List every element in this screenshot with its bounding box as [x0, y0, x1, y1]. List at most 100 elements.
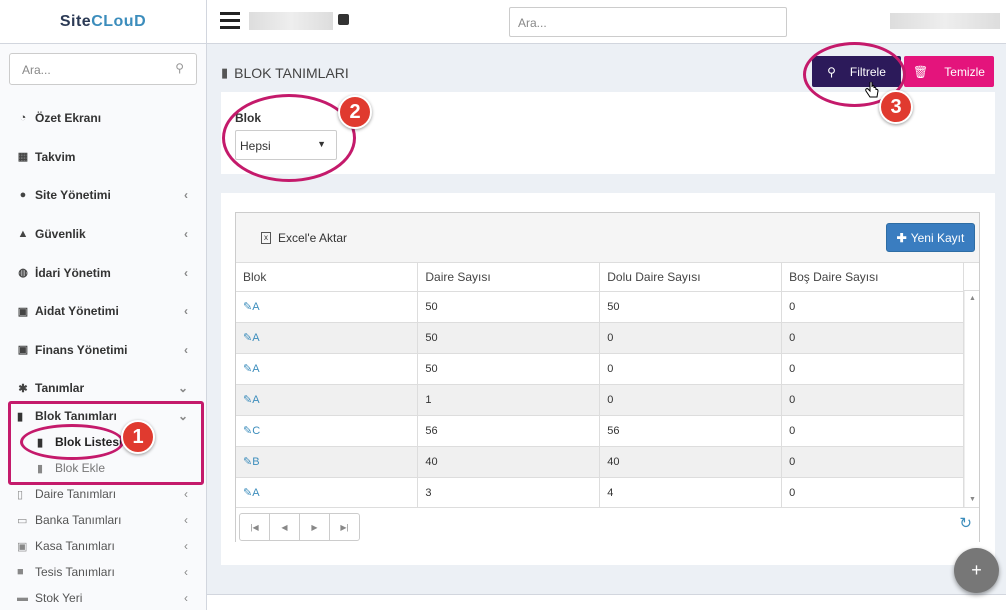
blurred-site-name — [249, 12, 333, 30]
new-record-label: Yeni Kayıt — [910, 230, 965, 245]
table-row[interactable]: ✎A 50 0 0 — [236, 353, 964, 385]
sidebar-menu: ◔ Özet Ekranı ▦ Takvim ● Site Yönetimi ‹ ▲ Gü… — [0, 99, 206, 408]
site-logo[interactable]: Site CLouD — [0, 0, 206, 44]
dolu-daire-cell: 56 — [599, 415, 783, 447]
sidebar-item-label: Finans Yönetimi — [35, 342, 128, 357]
building-icon: ▮ — [221, 65, 229, 80]
blok-filter-label: Blok — [235, 111, 262, 125]
sidebar-item-label: Banka Tanımları — [35, 513, 122, 527]
logo-text-a: Site — [59, 12, 92, 30]
column-header-bos-daire[interactable]: Boş Daire Sayısı — [781, 263, 964, 292]
sidebar-item-banka-tanimlari[interactable]: ▭ Banka Tanımları ‹ — [0, 510, 206, 530]
sidebar-item-label: Blok Ekle — [55, 461, 106, 475]
edit-link[interactable]: ✎B — [243, 456, 260, 468]
blok-name: B — [252, 456, 260, 468]
vertical-scrollbar[interactable]: ▲ ▼ — [964, 291, 979, 507]
chevron-left-icon: ‹ — [184, 227, 188, 242]
edit-link[interactable]: ✎A — [243, 301, 260, 313]
clear-button-label: Temizle — [944, 64, 985, 79]
edit-icon: ✎ — [243, 394, 253, 406]
sidebar-item-tanimlar[interactable]: ✱ Tanımlar ⌄ — [0, 369, 206, 408]
bos-daire-cell: 0 — [781, 415, 964, 447]
sidebar-item-guvenlik[interactable]: ▲ Güvenlik ‹ — [0, 215, 206, 254]
new-record-button[interactable]: ✚ Yeni Kayıt — [886, 223, 975, 252]
search-icon: ⚲ — [827, 64, 836, 79]
search-icon[interactable]: ⚲ — [175, 61, 184, 75]
sidebar-item-label: Blok Listesi — [55, 435, 123, 449]
sidebar-item-aidat-yonetimi[interactable]: ▣ Aidat Yönetimi ‹ — [0, 292, 206, 331]
external-link-icon[interactable] — [338, 14, 349, 25]
edit-link[interactable]: ✎A — [243, 394, 260, 406]
edit-link[interactable]: ✎A — [243, 363, 260, 375]
sidebar-item-tesis-tanimlari[interactable]: ■ Tesis Tanımları ‹ — [0, 562, 206, 582]
chevron-left-icon: ‹ — [184, 304, 188, 319]
next-page-button[interactable]: ▶ — [300, 514, 330, 540]
bos-daire-cell: 0 — [781, 477, 964, 509]
dolu-daire-cell: 4 — [599, 477, 783, 509]
header-spacer — [964, 263, 979, 291]
sidebar-item-ozet[interactable]: ◔ Özet Ekranı — [0, 99, 206, 138]
blok-name: A — [252, 301, 260, 313]
user-secret-icon: ▲ — [17, 228, 29, 241]
floating-add-button[interactable]: + — [954, 548, 999, 593]
sidebar-item-label: Blok Tanımları — [35, 409, 117, 423]
sidebar-item-takvim[interactable]: ▦ Takvim — [0, 138, 206, 177]
column-header-dolu-daire[interactable]: Dolu Daire Sayısı — [599, 263, 783, 292]
plus-icon: + — [971, 560, 982, 580]
scroll-up-icon[interactable]: ▲ — [969, 295, 976, 302]
table-row[interactable]: ✎B 40 40 0 — [236, 446, 964, 478]
column-header-blok[interactable]: Blok — [236, 263, 419, 292]
column-header-daire-sayisi[interactable]: Daire Sayısı — [417, 263, 601, 292]
clear-button[interactable]: 🗑 Temizle — [904, 56, 994, 87]
last-page-button[interactable]: ▶| — [330, 514, 359, 540]
sidebar-item-label: Tanımlar — [35, 381, 85, 396]
chevron-down-icon: ⌄ — [177, 409, 188, 423]
table-row[interactable]: ✎A 50 0 0 — [236, 322, 964, 354]
sidebar-item-blok-ekle[interactable]: ▮ Blok Ekle — [0, 458, 206, 478]
chevron-left-icon: ‹ — [184, 342, 188, 357]
refresh-icon[interactable]: ↻ — [959, 514, 972, 532]
sidebar-item-blok-listesi[interactable]: ▮ Blok Listesi — [0, 432, 206, 452]
sidebar-item-daire-tanimlari[interactable]: ▯ Daire Tanımları ‹ — [0, 484, 206, 504]
building-icon: ▮ — [37, 462, 44, 475]
hand-cursor-icon — [865, 82, 879, 98]
edit-link[interactable]: ✎A — [243, 332, 260, 344]
sidebar-item-stok-yeri[interactable]: ▬ Stok Yeri ‹ — [0, 588, 206, 608]
edit-icon: ✎ — [243, 301, 253, 313]
excel-export-label: Excel'e Aktar — [278, 231, 347, 245]
top-search-input[interactable]: Ara... — [509, 7, 787, 37]
table-row[interactable]: ✎A 1 0 0 — [236, 384, 964, 416]
building-icon: ▯ — [17, 488, 24, 501]
sidebar-item-blok-tanimlari[interactable]: ▮ Blok Tanımları ⌄ — [0, 406, 206, 426]
sidebar-item-label: Takvim — [35, 149, 76, 164]
blok-select[interactable]: Hepsi ▼ — [235, 130, 337, 160]
plus-icon: ✚ — [896, 230, 907, 245]
edit-icon: ✎ — [243, 487, 253, 499]
topbar: Ara... — [207, 0, 1006, 44]
sidebar-item-label: Site Yönetimi — [35, 188, 111, 203]
hamburger-menu-icon[interactable] — [220, 12, 240, 30]
blurred-user-name[interactable] — [890, 13, 1000, 29]
chevron-down-icon: ⌄ — [177, 381, 188, 396]
table-row[interactable]: ✎C 56 56 0 — [236, 415, 964, 447]
scroll-down-icon[interactable]: ▼ — [969, 496, 976, 503]
first-page-button[interactable]: |◀ — [240, 514, 270, 540]
sidebar-item-label: Kasa Tanımları — [35, 539, 115, 553]
sidebar-item-kasa-tanimlari[interactable]: ▣ Kasa Tanımları ‹ — [0, 536, 206, 556]
money-icon: ▣ — [17, 305, 29, 318]
excel-export-button[interactable]: x Excel'e Aktar — [261, 231, 347, 245]
sidebar-item-label: Tesis Tanımları — [35, 565, 115, 579]
daire-sayisi-cell: 40 — [417, 446, 601, 478]
filter-button[interactable]: ⚲ Filtrele — [812, 56, 901, 87]
table-row[interactable]: ✎A 3 4 0 — [236, 477, 964, 509]
sidebar-item-site-yonetimi[interactable]: ● Site Yönetimi ‹ — [0, 176, 206, 215]
edit-link[interactable]: ✎A — [243, 487, 260, 499]
sidebar-item-finans-yonetimi[interactable]: ▣ Finans Yönetimi ‹ — [0, 331, 206, 370]
table-row[interactable]: ✎A 50 50 0 — [236, 291, 964, 323]
sidebar-item-idari-yonetim[interactable]: ◍ İdari Yönetim ‹ — [0, 253, 206, 292]
edit-link[interactable]: ✎C — [243, 425, 260, 437]
sidebar-search-input[interactable]: Ara... ⚲ — [9, 53, 197, 85]
grid-toolbar: x Excel'e Aktar ✚ Yeni Kayıt — [236, 213, 979, 263]
prev-page-button[interactable]: ◀ — [270, 514, 300, 540]
daire-sayisi-cell: 3 — [417, 477, 601, 509]
